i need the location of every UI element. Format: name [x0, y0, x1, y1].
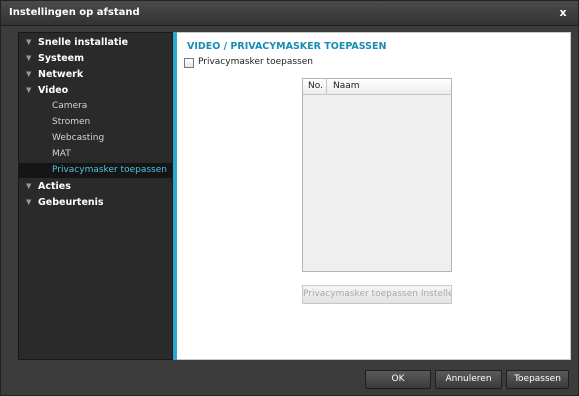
close-icon[interactable]: x [556, 6, 570, 20]
sidebar-item-label: Camera [52, 101, 88, 111]
sidebar-item-label: Video [38, 85, 69, 96]
cancel-button[interactable]: Annuleren [435, 370, 502, 389]
content-panel: VIDEO / PRIVACYMASKER TOEPASSEN Privacym… [177, 32, 571, 360]
chevron-down-icon: ▼ [26, 86, 32, 94]
sidebar-item-label: MAT [52, 149, 71, 159]
window-title: Instellingen op afstand [9, 7, 140, 18]
chevron-down-icon: ▼ [26, 70, 32, 78]
title-bar[interactable]: Instellingen op afstand x [1, 1, 578, 26]
column-header-naam[interactable]: Naam [333, 79, 360, 94]
privacy-mask-checkbox[interactable] [184, 58, 194, 68]
column-header-no[interactable]: No. [303, 79, 327, 94]
chevron-down-icon: ▼ [26, 198, 32, 206]
sidebar-item-netwerk[interactable]: ▼ Netwerk [19, 67, 172, 82]
page-title: VIDEO / PRIVACYMASKER TOEPASSEN [187, 41, 387, 52]
apply-button[interactable]: Toepassen [506, 370, 569, 389]
sidebar-item-label: Stromen [52, 117, 91, 127]
privacy-mask-list[interactable]: No. Naam [302, 78, 452, 272]
sidebar-item-video[interactable]: ▼ Video [19, 83, 172, 98]
sidebar-item-acties[interactable]: ▼ Acties [19, 179, 172, 194]
sidebar-item-label: Snelle installatie [38, 37, 129, 48]
sidebar-item-label: Netwerk [38, 69, 84, 80]
sidebar-item-privacymasker-toepassen[interactable]: Privacymasker toepassen [19, 163, 172, 178]
settings-window: Instellingen op afstand x ▼ Snelle insta… [0, 0, 579, 396]
list-header: No. Naam [303, 79, 451, 95]
sidebar-item-label: Acties [38, 181, 71, 192]
chevron-down-icon: ▼ [26, 54, 32, 62]
sidebar-item-label: Privacymasker toepassen [52, 165, 167, 175]
sidebar-item-mat[interactable]: MAT [19, 147, 172, 162]
privacy-mask-settings-button[interactable]: Privacymasker toepassen Instelle... [302, 285, 452, 304]
chevron-down-icon: ▼ [26, 182, 32, 190]
sidebar-item-label: Gebeurtenis [38, 197, 104, 208]
sidebar-item-snelle-installatie[interactable]: ▼ Snelle installatie [19, 35, 172, 50]
sidebar: ▼ Snelle installatie ▼ Systeem ▼ Netwerk… [18, 32, 173, 360]
sidebar-item-label: Webcasting [52, 133, 105, 143]
sidebar-item-gebeurtenis[interactable]: ▼ Gebeurtenis [19, 195, 172, 210]
sidebar-item-label: Systeem [38, 53, 85, 64]
sidebar-item-webcasting[interactable]: Webcasting [19, 131, 172, 146]
ok-button[interactable]: OK [365, 370, 431, 389]
sidebar-item-systeem[interactable]: ▼ Systeem [19, 51, 172, 66]
privacy-mask-checkbox-label[interactable]: Privacymasker toepassen [198, 57, 313, 67]
sidebar-item-stromen[interactable]: Stromen [19, 115, 172, 130]
chevron-down-icon: ▼ [26, 38, 32, 46]
sidebar-item-camera[interactable]: Camera [19, 99, 172, 114]
